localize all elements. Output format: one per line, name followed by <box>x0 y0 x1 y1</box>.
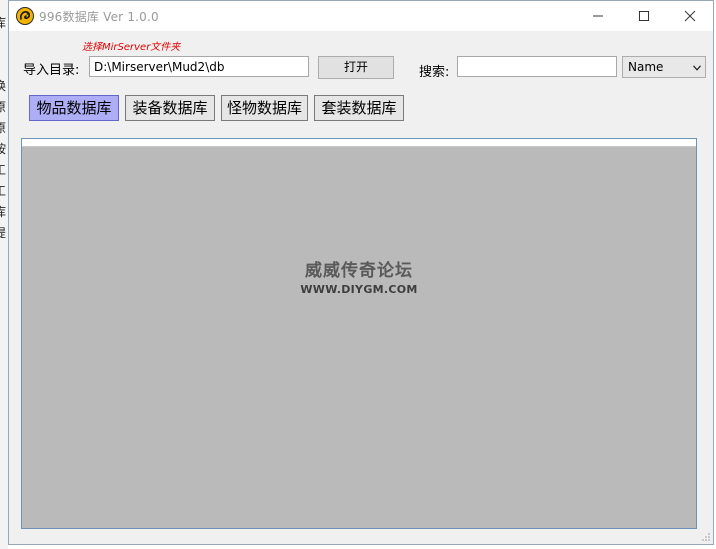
tab-monster-database[interactable]: 怪物数据库 <box>221 95 308 121</box>
title-bar[interactable]: 996数据库 Ver 1.0.0 <box>9 1 713 31</box>
search-field-selected-value: Name <box>628 60 664 74</box>
background-window-char: 按 <box>0 142 7 156</box>
tab-set-database[interactable]: 套装数据库 <box>314 95 404 121</box>
background-window-edge: 库 换 原 原 按 工 工 库 提 <box>0 0 8 549</box>
background-window-char: 工 <box>0 163 7 177</box>
search-field-select[interactable]: Name <box>622 56 706 78</box>
search-input[interactable] <box>457 56 617 77</box>
main-window: 996数据库 Ver 1.0.0 选择MirServer文件夹 导入目录: D:… <box>8 0 714 545</box>
window-title: 996数据库 Ver 1.0.0 <box>39 10 159 24</box>
background-window-char: 原 <box>0 100 7 114</box>
import-directory-input[interactable] <box>89 56 309 77</box>
data-grid-header <box>22 139 696 147</box>
maximize-button[interactable] <box>621 1 667 31</box>
search-label: 搜索: <box>419 65 450 80</box>
resize-grip-icon[interactable] <box>701 532 711 542</box>
background-window-char: 库 <box>0 205 7 219</box>
data-grid-panel[interactable]: 威威传奇论坛 WWW.DIYGM.COM <box>21 138 697 529</box>
background-window-char: 原 <box>0 121 7 135</box>
dragon-logo-icon-glyph <box>20 11 31 20</box>
background-window-char: 提 <box>0 226 7 240</box>
chevron-down-icon <box>693 65 701 71</box>
folder-hint-text: 选择MirServer文件夹 <box>82 42 181 53</box>
watermark-title: 威威传奇论坛 <box>305 261 413 281</box>
close-icon <box>684 10 696 22</box>
watermark-url: WWW.DIYGM.COM <box>300 283 418 296</box>
background-window-char: 库 <box>0 16 7 30</box>
tab-item-database[interactable]: 物品数据库 <box>29 95 119 121</box>
screen: 库 换 原 原 按 工 工 库 提 996数据库 Ver 1.0.0 选择Mir… <box>0 0 716 549</box>
background-window-char: 换 <box>0 79 7 93</box>
maximize-icon <box>639 11 649 21</box>
open-button[interactable]: 打开 <box>318 56 394 79</box>
dragon-logo-icon[interactable] <box>16 7 34 25</box>
background-window-char: 工 <box>0 184 7 198</box>
tab-equipment-database[interactable]: 装备数据库 <box>125 95 215 121</box>
minimize-button[interactable] <box>575 1 621 31</box>
minimize-icon <box>593 15 603 17</box>
import-directory-label: 导入目录: <box>23 63 80 78</box>
close-button[interactable] <box>667 1 713 31</box>
